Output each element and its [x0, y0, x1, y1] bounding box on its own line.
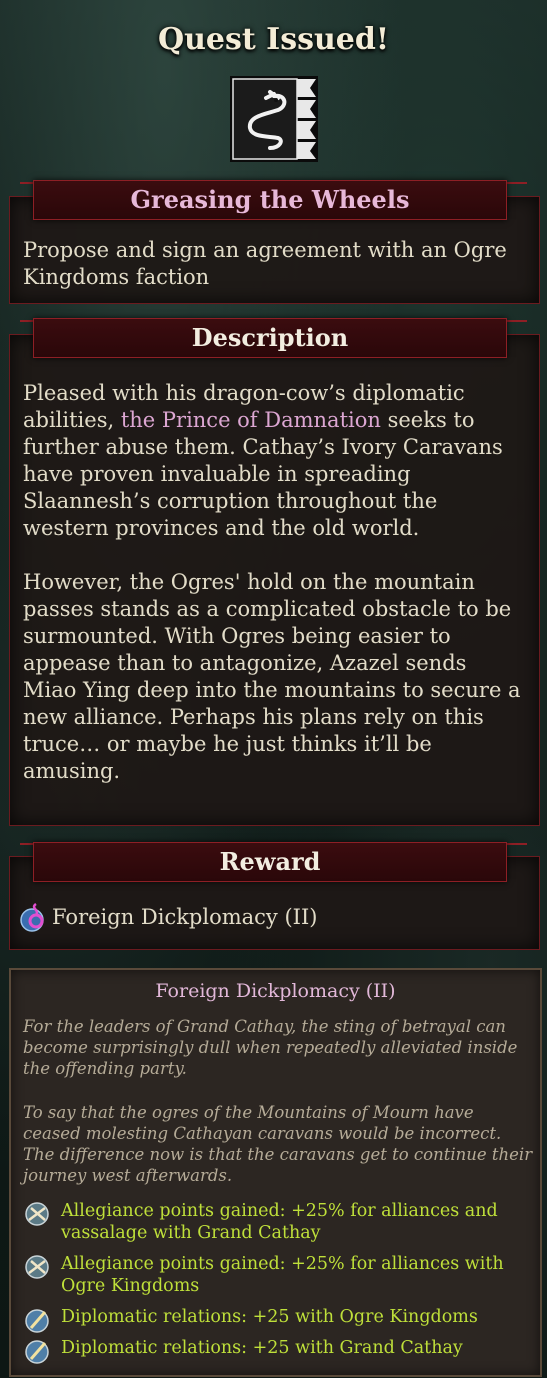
effect-text: Diplomatic relations: +25 with Grand Cat…: [61, 1338, 463, 1358]
effect-row: Diplomatic relations: +25 with Grand Cat…: [23, 1337, 533, 1365]
allegiance-icon: [25, 1255, 49, 1279]
tooltip-description-2: To say that the ogres of the Mountains o…: [23, 1103, 533, 1185]
quest-objective: Propose and sign an agreement with an Og…: [23, 238, 507, 289]
description-header: Description: [33, 318, 507, 358]
effect-row: Allegiance points gained: +25% for allia…: [23, 1200, 533, 1244]
reward-item[interactable]: Foreign Dickplomacy (II): [16, 897, 317, 937]
diplomacy-quill-icon: [25, 1340, 49, 1364]
effect-text: Allegiance points gained: +25% for allia…: [61, 1254, 504, 1296]
reward-header: Reward: [33, 842, 507, 882]
description-paragraph-1: Pleased with his dragon-cow’s diplomatic…: [23, 380, 523, 542]
diplomacy-quill-icon: [25, 1309, 49, 1333]
effect-row: Allegiance points gained: +25% for allia…: [23, 1253, 533, 1297]
effect-row: Diplomatic relations: +25 with Ogre King…: [23, 1306, 533, 1334]
slaanesh-orb-icon: [20, 902, 44, 932]
prince-link[interactable]: the Prince of Damnation: [121, 408, 381, 432]
allegiance-icon: [25, 1202, 49, 1226]
reward-tooltip: Foreign Dickplomacy (II) For the leaders…: [9, 968, 542, 1377]
dragon-banner-icon: [230, 76, 318, 162]
page-title: Quest Issued!: [157, 22, 390, 57]
tooltip-title: Foreign Dickplomacy (II): [155, 980, 396, 1002]
tooltip-description-1: For the leaders of Grand Cathay, the sti…: [23, 1017, 518, 1078]
reward-item-label: Foreign Dickplomacy (II): [52, 905, 318, 929]
quest-name-header: Greasing the Wheels: [33, 180, 507, 220]
description-paragraph-2: However, the Ogres' hold on the mountain…: [23, 570, 521, 783]
effect-text: Allegiance points gained: +25% for allia…: [61, 1201, 498, 1243]
effect-text: Diplomatic relations: +25 with Ogre King…: [61, 1307, 478, 1327]
